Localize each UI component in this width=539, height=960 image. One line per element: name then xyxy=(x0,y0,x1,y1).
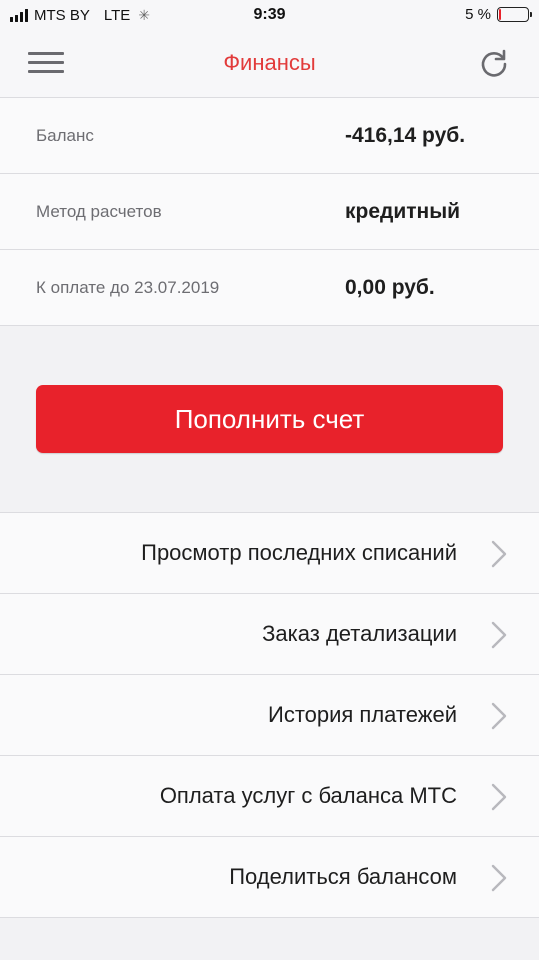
finance-menu-list: Просмотр последних списаний Заказ детали… xyxy=(0,512,539,918)
status-right: 5 % xyxy=(465,6,532,23)
menu-item-label: Заказ детализации xyxy=(262,621,457,646)
refresh-icon[interactable] xyxy=(479,48,509,78)
chevron-right-icon xyxy=(491,864,507,892)
chevron-right-icon xyxy=(491,783,507,811)
info-row-payment-method: Метод расчетов кредитный xyxy=(0,174,539,250)
page-title: Финансы xyxy=(223,50,316,75)
battery-icon xyxy=(497,7,532,22)
status-time: 9:39 xyxy=(253,6,286,23)
chevron-right-icon xyxy=(491,540,507,568)
info-row-amount-due: К оплате до 23.07.2019 0,00 руб. xyxy=(0,250,539,326)
battery-percent: 5 % xyxy=(465,6,491,23)
payment-method-label: Метод расчетов xyxy=(36,202,162,221)
menu-item-label: Просмотр последних списаний xyxy=(141,540,457,565)
battery-fill xyxy=(499,9,501,20)
chevron-right-icon xyxy=(491,621,507,649)
menu-item-label: История платежей xyxy=(268,702,457,727)
balance-label: Баланс xyxy=(36,126,94,145)
menu-item-label: Поделиться балансом xyxy=(229,864,457,889)
menu-item-share-balance[interactable]: Поделиться балансом xyxy=(0,837,539,918)
nav-bar: Финансы xyxy=(0,32,539,98)
amount-due-value: 0,00 руб. xyxy=(345,276,435,299)
account-info: Баланс -416,14 руб. Метод расчетов креди… xyxy=(0,98,539,326)
menu-item-pay-from-balance[interactable]: Оплата услуг с баланса МТС xyxy=(0,756,539,837)
menu-item-payment-history[interactable]: История платежей xyxy=(0,675,539,756)
status-bar: MTS BY LTE ✳ 9:39 5 % xyxy=(0,0,539,32)
topup-account-button[interactable]: Пополнить счет xyxy=(36,385,503,453)
menu-item-label: Оплата услуг с баланса МТС xyxy=(159,783,457,808)
menu-item-order-details[interactable]: Заказ детализации xyxy=(0,594,539,675)
balance-value: -416,14 руб. xyxy=(345,124,466,147)
payment-method-value: кредитный xyxy=(345,200,461,223)
chevron-right-icon xyxy=(491,702,507,730)
info-row-balance: Баланс -416,14 руб. xyxy=(0,98,539,174)
menu-item-recent-charges[interactable]: Просмотр последних списаний xyxy=(0,513,539,594)
amount-due-label: К оплате до 23.07.2019 xyxy=(36,278,220,297)
